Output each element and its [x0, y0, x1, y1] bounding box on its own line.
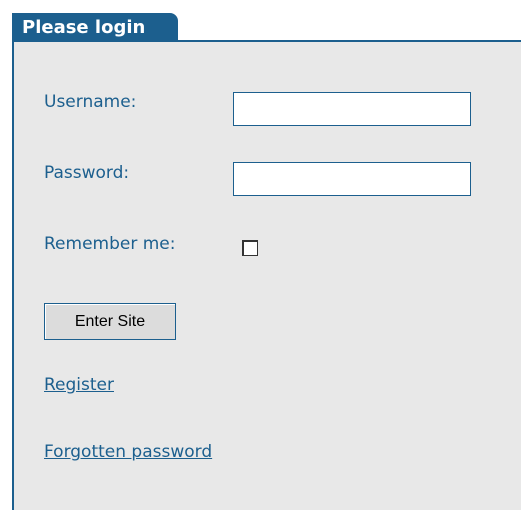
username-input[interactable] — [233, 92, 471, 126]
register-link[interactable]: Register — [44, 375, 114, 395]
password-input[interactable] — [233, 162, 471, 196]
remember-me-label: Remember me: — [44, 234, 176, 254]
forgotten-password-link[interactable]: Forgotten password — [44, 442, 212, 462]
username-label: Username: — [44, 92, 137, 112]
enter-site-button[interactable]: Enter Site — [44, 303, 176, 340]
login-panel-title-tab: Please login — [12, 13, 178, 42]
remember-me-checkbox[interactable] — [242, 240, 258, 256]
password-label: Password: — [44, 163, 130, 183]
